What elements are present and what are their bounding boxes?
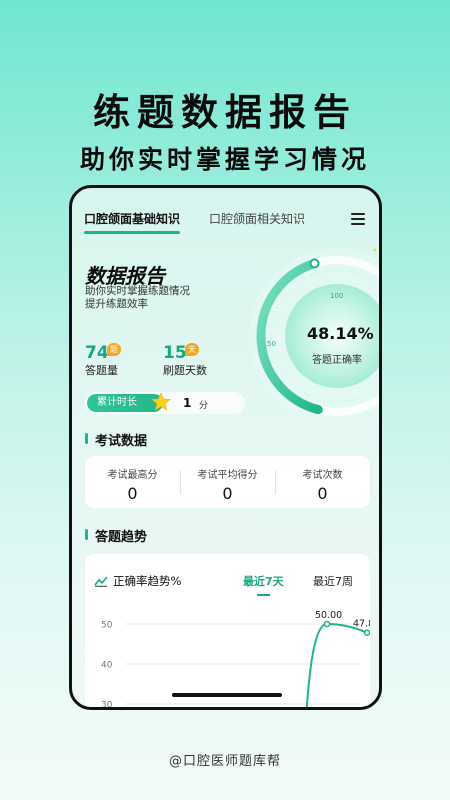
- study-time-unit: 分: [199, 401, 209, 411]
- y-tick-label: 40: [101, 661, 113, 671]
- exam-count: 考试次数 0: [275, 456, 370, 508]
- trend-chart-icon: [94, 576, 108, 587]
- star-icon: [151, 392, 171, 411]
- exam-highest-label: 考试最高分: [107, 470, 158, 481]
- trend-label: 正确率趋势%: [113, 574, 182, 588]
- promo-title: 练题数据报告: [93, 91, 357, 134]
- footer-brand: @口腔医师题库帮: [168, 754, 281, 769]
- accuracy-label: 答题正确率: [312, 355, 362, 366]
- subject-tabbar: 口腔颌面基础知识 口腔颌面相关知识: [72, 188, 379, 234]
- tab-related-knowledge[interactable]: 口腔颌面相关知识: [209, 210, 305, 227]
- exam-highest-value: 0: [127, 484, 138, 503]
- study-time-bar: 累计时长 1 分: [85, 392, 245, 414]
- data-label: 50.00: [315, 610, 342, 621]
- tab-basic-knowledge[interactable]: 口腔颌面基础知识: [84, 210, 181, 234]
- accuracy-knob: [309, 258, 320, 269]
- report-desc-line1: 助你实时掌握练题情况: [85, 285, 190, 297]
- data-label: 47.82: [353, 619, 370, 630]
- phone-screen: 口腔颌面基础知识 口腔颌面相关知识 数据报告 助你实时掌握练题情况 提升练题效率…: [69, 185, 382, 710]
- exam-count-value: 0: [317, 484, 328, 503]
- gauge-tick-100: 100: [330, 292, 343, 300]
- data-point: [323, 620, 331, 628]
- exam-card: 考试最高分 0 考试平均得分 0 考试次数 0: [85, 456, 370, 508]
- tab-last-7-weeks[interactable]: 最近7周: [313, 573, 353, 589]
- exam-highest-score: 考试最高分 0: [85, 456, 180, 508]
- menu-icon[interactable]: [351, 213, 365, 225]
- y-tick-label: 50: [101, 621, 113, 631]
- y-tick-label: 30: [101, 701, 113, 711]
- questions-unit-badge: 题: [107, 343, 121, 356]
- trend-card: 正确率趋势% 最近7天 最近7周 50 40 30 50.00 47.82: [85, 554, 370, 711]
- home-indicator: [172, 693, 282, 697]
- questions-count: 74: [85, 343, 109, 363]
- questions-label: 答题量: [85, 364, 118, 377]
- exam-section-title: 考试数据: [85, 430, 147, 449]
- exam-count-label: 考试次数: [302, 470, 343, 481]
- days-label: 刷题天数: [163, 364, 207, 377]
- study-time-value: 1: [183, 396, 192, 410]
- exam-average-value: 0: [222, 484, 233, 503]
- days-count: 15: [163, 343, 187, 363]
- tab-last-7-days[interactable]: 最近7天: [243, 573, 284, 596]
- gauge-tick-50: 50: [267, 340, 276, 348]
- trend-section-title: 答题趋势: [85, 526, 147, 545]
- exam-average-score: 考试平均得分 0: [180, 456, 275, 508]
- data-point: [363, 629, 370, 636]
- series-line: [305, 622, 368, 707]
- days-unit-badge: 天: [185, 343, 199, 356]
- exam-average-label: 考试平均得分: [197, 470, 258, 481]
- report-description: 助你实时掌握练题情况 提升练题效率: [85, 285, 190, 311]
- report-desc-line2: 提升练题效率: [85, 298, 148, 310]
- promo-subtitle: 助你实时掌握学习情况: [79, 145, 370, 174]
- accuracy-percent: 48.14%: [307, 324, 374, 343]
